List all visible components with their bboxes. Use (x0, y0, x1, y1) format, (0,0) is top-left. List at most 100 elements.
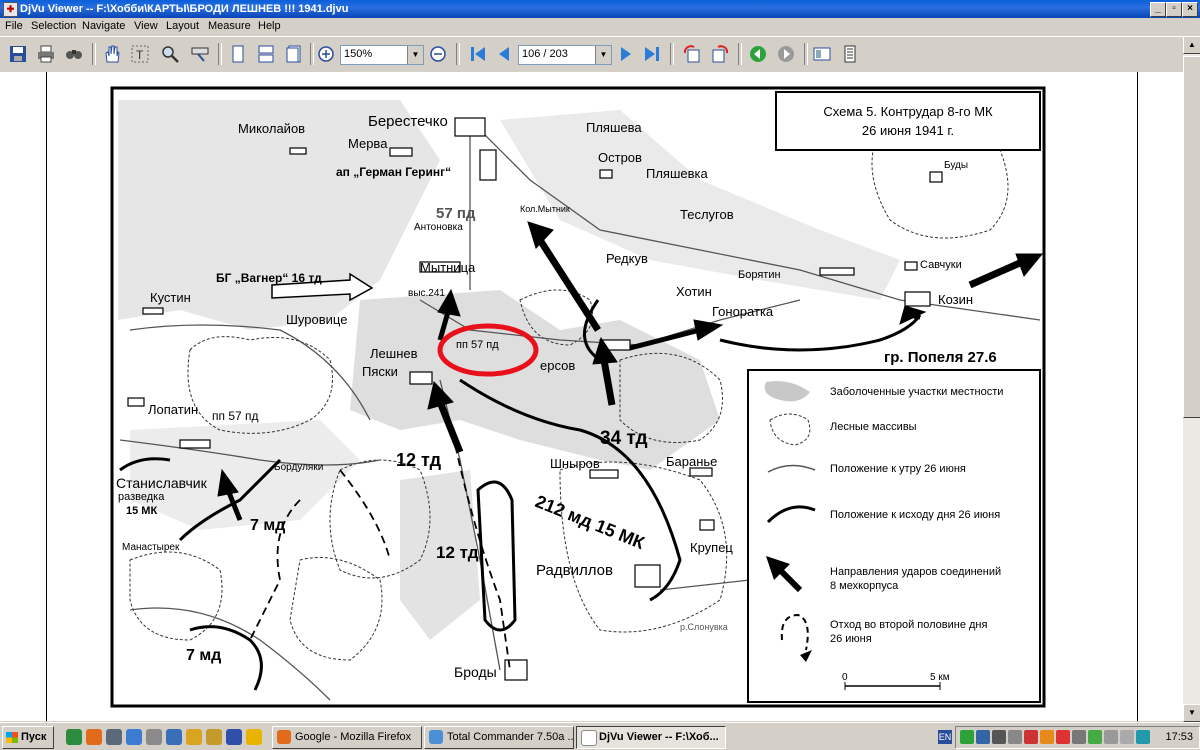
last-page-icon[interactable] (642, 44, 662, 64)
taskbar-button-total-commander[interactable]: Total Commander 7.50a ... (424, 726, 574, 749)
scroll-up-button[interactable]: ▲ (1183, 36, 1200, 54)
print-icon[interactable] (36, 44, 56, 64)
volume-icon[interactable] (1072, 730, 1086, 744)
app-icon[interactable]: ✚ (3, 2, 18, 17)
continuous-icon[interactable] (256, 44, 276, 64)
label-berestechko: Берестечко (368, 113, 448, 130)
quicklaunch-email-icon[interactable] (126, 729, 142, 745)
menu-layout[interactable]: Layout (166, 20, 199, 33)
hand-tool-icon[interactable] (102, 44, 122, 64)
start-label: Пуск (21, 731, 47, 743)
label-plyashevka: Пляшевка (646, 166, 709, 181)
zoom-out-icon[interactable] (428, 44, 448, 64)
back-icon[interactable] (748, 44, 768, 64)
menu-measure[interactable]: Measure (208, 20, 251, 33)
quicklaunch-app-icon[interactable] (246, 729, 262, 745)
toolbar-separator (456, 43, 460, 65)
text-select-icon[interactable]: T (130, 44, 150, 64)
zoom-in-icon[interactable] (316, 44, 336, 64)
label-12-td-b: 12 тд (436, 543, 479, 562)
play-icon[interactable] (960, 730, 974, 744)
menu-view[interactable]: View (134, 20, 158, 33)
window-title: DjVu Viewer -- F:\Хобби\КАРТЫ\БРОДИ ЛЕШН… (20, 3, 349, 15)
zoom-combo[interactable]: 150% ▼ (340, 45, 424, 65)
network-icon[interactable] (976, 730, 990, 744)
monitor-icon[interactable] (992, 730, 1006, 744)
quicklaunch-app-icon[interactable] (186, 729, 202, 745)
prev-page-icon[interactable] (494, 44, 514, 64)
label-krupets: Крупец (690, 540, 733, 555)
save-icon[interactable] (8, 44, 28, 64)
scroll-thumb[interactable] (1183, 56, 1200, 418)
label-kol-mytnik: Кол.Мытник (520, 204, 570, 214)
label-khotin: Хотин (676, 284, 712, 299)
scheme-title-box (775, 91, 1041, 151)
label-boryatin: Борятин (738, 269, 781, 281)
label-pyaski: Пяски (362, 364, 398, 379)
maximize-button[interactable]: ▫ (1166, 2, 1182, 17)
rotate-right-icon[interactable] (710, 44, 730, 64)
page-combo[interactable]: 106 / 203 ▼ (518, 45, 612, 65)
quicklaunch-browser-icon[interactable] (66, 729, 82, 745)
quicklaunch-desktop-icon[interactable] (106, 729, 122, 745)
tray-app-icon[interactable] (1120, 730, 1134, 744)
legend-evening: Положение к исходу дня 26 июня (830, 509, 1000, 521)
menu-bar: File Selection Navigate View Layout Meas… (0, 18, 1200, 35)
tray-app-icon[interactable] (1104, 730, 1118, 744)
label-ersov: ерсов (540, 358, 575, 373)
chevron-down-icon[interactable]: ▼ (407, 46, 423, 64)
quicklaunch-app-icon[interactable] (166, 729, 182, 745)
tray-app-icon[interactable] (1136, 730, 1150, 744)
label-brody: Броды (454, 664, 497, 680)
start-button[interactable]: Пуск (2, 726, 54, 749)
scroll-down-button[interactable]: ▼ (1183, 704, 1200, 722)
tray-app-icon[interactable] (1040, 730, 1054, 744)
antivirus-icon[interactable] (1056, 730, 1070, 744)
label-ap-goering: ап „Герман Геринг“ (336, 165, 451, 179)
quicklaunch-firefox-icon[interactable] (86, 729, 102, 745)
scheme-title-line1: Схема 5. Контрудар 8-го МК (823, 104, 993, 119)
first-page-icon[interactable] (468, 44, 488, 64)
menu-help[interactable]: Help (258, 20, 281, 33)
taskbar-button-djvu[interactable]: DjVu Viewer -- F:\Хоб... (576, 726, 726, 749)
chevron-down-icon[interactable]: ▼ (595, 46, 611, 64)
scale-zero: 0 (842, 672, 848, 683)
single-page-icon[interactable] (228, 44, 248, 64)
thumbnails-icon[interactable] (812, 44, 832, 64)
menu-selection[interactable]: Selection (31, 20, 76, 33)
taskbar-button-firefox[interactable]: Google - Mozilla Firefox (272, 726, 422, 749)
label-kustin: Кустин (150, 290, 191, 305)
title-bar[interactable]: ✚ DjVu Viewer -- F:\Хобби\КАРТЫ\БРОДИ ЛЕ… (0, 0, 1200, 18)
language-indicator[interactable]: EN (938, 730, 952, 744)
facing-pages-icon[interactable] (284, 44, 304, 64)
quicklaunch-app-icon[interactable] (226, 729, 242, 745)
quicklaunch-app-icon[interactable] (206, 729, 222, 745)
toolbar-separator (738, 43, 742, 65)
rotate-left-icon[interactable] (682, 44, 702, 64)
forward-icon[interactable] (776, 44, 796, 64)
tray-app-icon[interactable] (1024, 730, 1038, 744)
task-label: Total Commander 7.50a ... (447, 731, 574, 743)
bookmarks-icon[interactable] (840, 44, 860, 64)
label-pp-57-lopatin: пп 57 пд (212, 409, 259, 423)
next-page-icon[interactable] (616, 44, 636, 64)
clock[interactable]: 17:53 (1165, 727, 1193, 748)
ruler-tool-icon[interactable] (190, 44, 210, 64)
menu-file[interactable]: File (5, 20, 23, 33)
legend-box (747, 369, 1041, 703)
label-bordulyaki: Бордуляки (274, 462, 323, 473)
toolbar-separator (92, 43, 96, 65)
label-kozin: Козин (938, 292, 973, 307)
label-34-td: 34 тд (600, 428, 648, 449)
find-icon[interactable] (64, 44, 84, 64)
close-button[interactable]: × (1182, 2, 1198, 17)
quicklaunch-app-icon[interactable] (146, 729, 162, 745)
minimize-button[interactable]: _ (1150, 2, 1166, 17)
legend-forest: Лесные массивы (830, 421, 917, 433)
tray-app-icon[interactable] (1088, 730, 1102, 744)
menu-navigate[interactable]: Navigate (82, 20, 125, 33)
vertical-scrollbar[interactable]: ▲ ▼ (1183, 36, 1200, 722)
tray-app-icon[interactable] (1008, 730, 1022, 744)
zoom-tool-icon[interactable] (160, 44, 180, 64)
windows-logo-icon (6, 732, 18, 743)
